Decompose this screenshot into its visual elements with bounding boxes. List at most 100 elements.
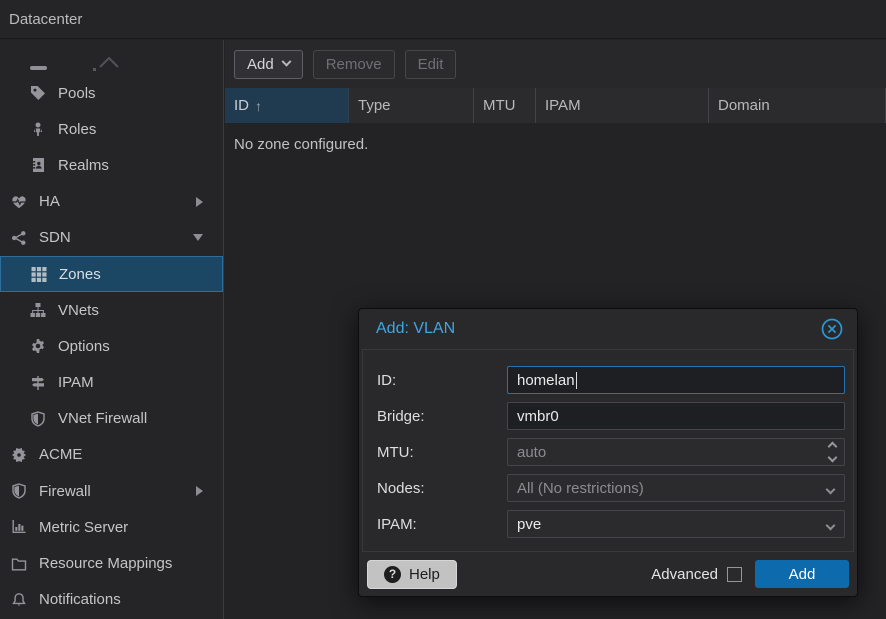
question-icon: ? — [384, 566, 401, 583]
bell-icon — [10, 591, 27, 608]
sidebar-item-label: Zones — [59, 266, 101, 283]
chevron-down-icon — [826, 521, 836, 531]
add-button[interactable]: Add — [234, 50, 303, 79]
sidebar-item-ipam[interactable]: IPAM — [0, 365, 223, 401]
column-header-ipam[interactable]: IPAM — [536, 88, 709, 123]
bar-chart-icon — [10, 519, 27, 536]
help-button-label: Help — [409, 566, 440, 583]
icon-fragment — [30, 66, 47, 70]
share-nodes-icon — [10, 229, 27, 246]
chevron-down-icon — [826, 485, 836, 495]
sidebar-item-label: VNet Firewall — [58, 410, 147, 427]
sidebar-item-pools[interactable]: Pools — [0, 75, 223, 111]
field-row-ipam: IPAM: pve — [377, 510, 845, 538]
expand-arrow-icon[interactable] — [196, 486, 203, 496]
remove-button[interactable]: Remove — [313, 50, 395, 79]
close-icon[interactable] — [819, 316, 845, 342]
signpost-icon — [29, 374, 46, 391]
text-fragment — [93, 68, 96, 71]
advanced-label: Advanced — [651, 566, 718, 583]
sidebar-item-ha[interactable]: HA — [0, 184, 223, 220]
add-vlan-dialog: Add: VLAN ID: homelan Bridge: vmbr0 MTU:… — [358, 308, 858, 597]
sidebar-item-label: Metric Server — [39, 519, 128, 536]
sidebar-item-resource-mappings[interactable]: Resource Mappings — [0, 545, 223, 581]
grid-icon — [30, 266, 47, 283]
sidebar-item-firewall[interactable]: Firewall — [0, 473, 223, 509]
shield-icon — [29, 410, 46, 427]
sidebar-item-label: Realms — [58, 157, 109, 174]
sidebar-item-label: VNets — [58, 302, 99, 319]
field-row-nodes: Nodes: All (No restrictions) — [377, 474, 845, 502]
mtu-field-label: MTU: — [377, 444, 507, 461]
sidebar-item-notifications[interactable]: Notifications — [0, 582, 223, 618]
sidebar-item-roles[interactable]: Roles — [0, 111, 223, 147]
sidebar-item-label: ACME — [39, 446, 82, 463]
partially-visible-item[interactable] — [0, 40, 223, 75]
submit-add-button[interactable]: Add — [755, 560, 849, 588]
sidebar-item-label: HA — [39, 193, 60, 210]
chevron-up-icon — [97, 54, 121, 70]
field-row-mtu: MTU: auto — [377, 438, 845, 466]
empty-table-message: No zone configured. — [225, 123, 886, 153]
sidebar-item-realms[interactable]: Realms — [0, 147, 223, 183]
sidebar-item-label: Firewall — [39, 483, 91, 500]
sidebar-item-label: Options — [58, 338, 110, 355]
sidebar-item-options[interactable]: Options — [0, 328, 223, 364]
sidebar-item-label: SDN — [39, 229, 71, 246]
bridge-input[interactable]: vmbr0 — [507, 402, 845, 430]
sidebar: Pools Roles Realms HA SDN Zones — [0, 40, 224, 619]
edit-button[interactable]: Edit — [405, 50, 457, 79]
nodes-select[interactable]: All (No restrictions) — [507, 474, 845, 502]
column-header-type[interactable]: Type — [349, 88, 474, 123]
window-header: Datacenter — [0, 0, 886, 39]
sidebar-item-label: Pools — [58, 85, 96, 102]
text-cursor — [576, 372, 577, 389]
seal-icon — [10, 446, 27, 463]
dialog-header[interactable]: Add: VLAN — [359, 309, 857, 349]
add-button-label: Add — [247, 56, 274, 73]
toolbar: Add Remove Edit — [225, 40, 886, 88]
field-row-id: ID: homelan — [377, 366, 845, 394]
address-book-icon — [29, 157, 46, 174]
nodes-field-label: Nodes: — [377, 480, 507, 497]
sidebar-item-label: Resource Mappings — [39, 555, 172, 572]
spinner-arrows-icon[interactable] — [829, 443, 836, 461]
column-header-mtu[interactable]: MTU — [474, 88, 536, 123]
table-header: ID ↑ Type MTU IPAM Domain — [225, 88, 886, 123]
chevron-down-icon — [281, 56, 291, 66]
id-field-label: ID: — [377, 372, 507, 389]
id-input[interactable]: homelan — [507, 366, 845, 394]
sidebar-item-label: IPAM — [58, 374, 94, 391]
sitemap-icon — [29, 302, 46, 319]
edit-button-label: Edit — [418, 56, 444, 73]
sidebar-item-metric-server[interactable]: Metric Server — [0, 509, 223, 545]
sidebar-item-acme[interactable]: ACME — [0, 437, 223, 473]
page-title: Datacenter — [0, 11, 82, 28]
ipam-field-label: IPAM: — [377, 516, 507, 533]
sidebar-item-zones[interactable]: Zones — [0, 256, 223, 292]
mtu-spinner[interactable]: auto — [507, 438, 845, 466]
bridge-field-label: Bridge: — [377, 408, 507, 425]
expand-arrow-icon[interactable] — [196, 197, 203, 207]
gear-icon — [29, 338, 46, 355]
advanced-checkbox[interactable] — [727, 567, 742, 582]
remove-button-label: Remove — [326, 56, 382, 73]
sidebar-item-vnet-firewall[interactable]: VNet Firewall — [0, 401, 223, 437]
tag-icon — [29, 85, 46, 102]
sidebar-item-label: Notifications — [39, 591, 121, 608]
heartbeat-icon — [10, 193, 27, 210]
help-button[interactable]: ? Help — [367, 560, 457, 589]
sidebar-item-label: Roles — [58, 121, 96, 138]
ipam-select[interactable]: pve — [507, 510, 845, 538]
user-icon — [29, 121, 46, 138]
sort-asc-icon: ↑ — [255, 98, 262, 114]
column-header-id[interactable]: ID ↑ — [225, 88, 349, 123]
dialog-body: ID: homelan Bridge: vmbr0 MTU: auto Node… — [362, 349, 854, 552]
collapse-arrow-icon[interactable] — [193, 234, 203, 241]
shield-icon — [10, 483, 27, 500]
column-header-domain[interactable]: Domain — [709, 88, 886, 123]
sidebar-item-sdn[interactable]: SDN — [0, 220, 223, 256]
submit-add-label: Add — [789, 566, 816, 583]
field-row-bridge: Bridge: vmbr0 — [377, 402, 845, 430]
sidebar-item-vnets[interactable]: VNets — [0, 292, 223, 328]
